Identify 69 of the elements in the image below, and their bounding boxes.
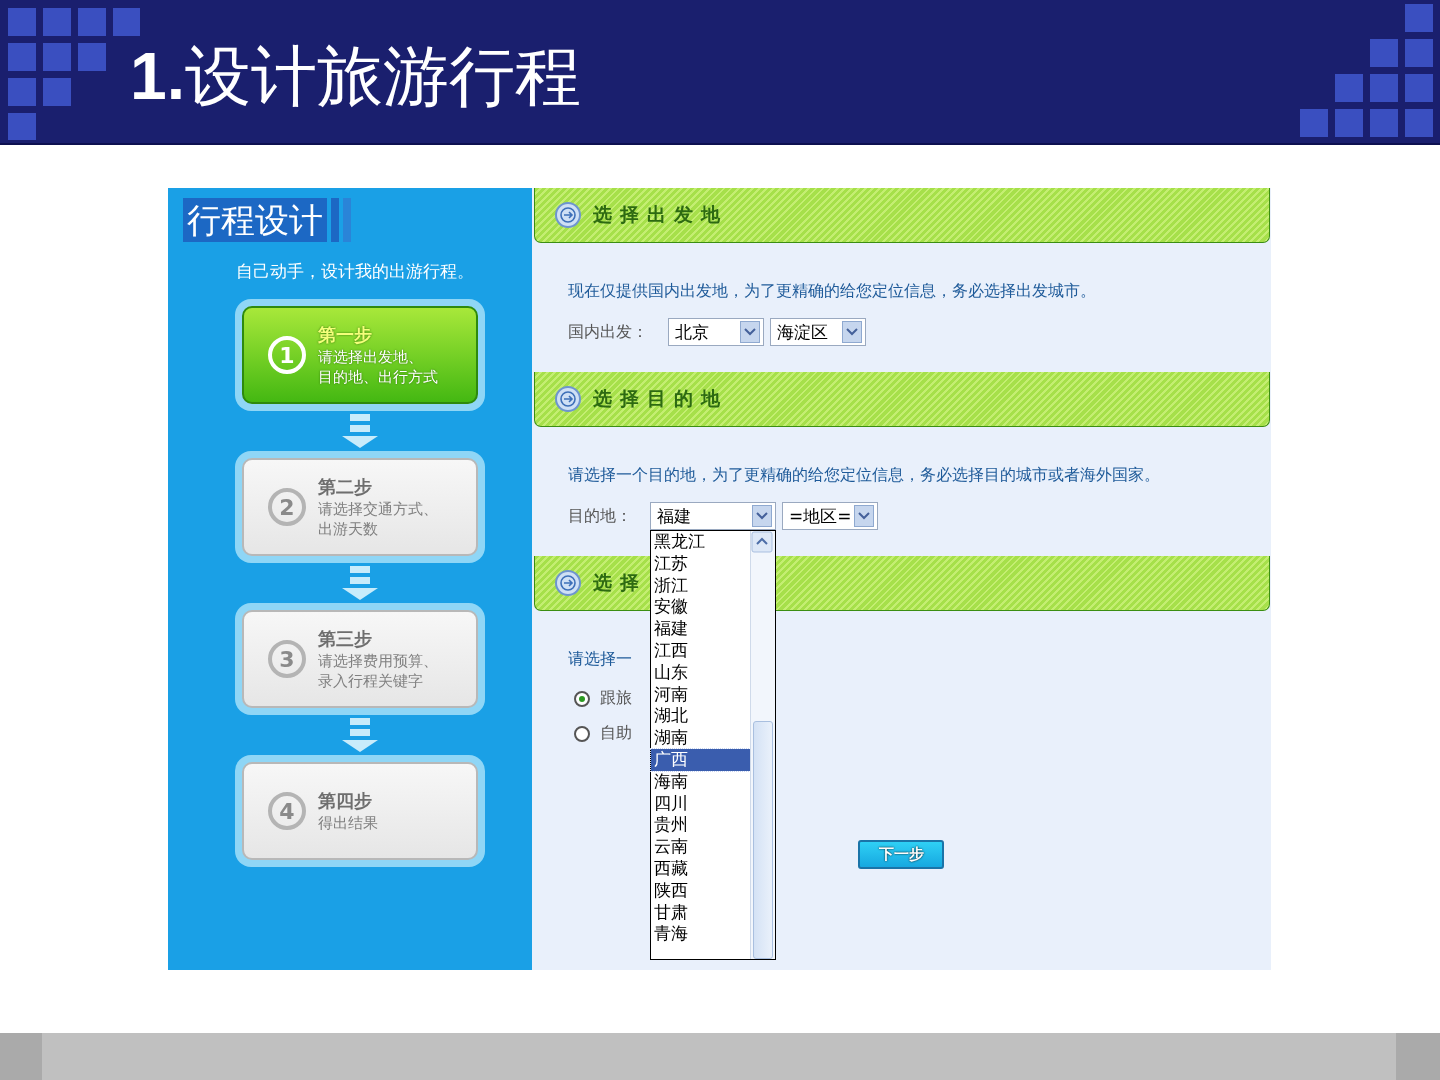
field-label: 国内出发：: [568, 321, 649, 343]
step-description: 请选择出发地、: [318, 347, 424, 367]
section-heading: 选择: [593, 570, 647, 595]
section-note: 请选择一: [568, 649, 632, 670]
radio-label: 跟旅: [600, 688, 632, 709]
dropdown-field[interactable]: 海淀区: [770, 318, 866, 346]
step-number: 1: [268, 336, 306, 374]
arrow-circle-icon: [555, 386, 581, 412]
dropdown-option[interactable]: 黑龙江: [651, 531, 750, 553]
step-number: 2: [268, 488, 306, 526]
dropdown-option[interactable]: 陕西: [651, 879, 750, 902]
radio-button[interactable]: [574, 690, 590, 707]
step-card[interactable]: 2 第二步 请选择交通方式、 出游天数: [242, 458, 478, 556]
dropdown-option[interactable]: 海南: [651, 770, 750, 793]
step-description: 出游天数: [318, 519, 379, 539]
dropdown-option[interactable]: 安徽: [651, 596, 750, 619]
slide-title: 1.设计旅游行程: [130, 40, 582, 114]
section-heading: 选择出发地: [593, 202, 728, 227]
dropdown-option[interactable]: 贵州: [651, 814, 750, 837]
field-label: 目的地：: [568, 505, 633, 527]
dropdown-option[interactable]: 广西: [651, 748, 750, 771]
step-description: 得出结果: [318, 813, 378, 833]
section-heading: 选择目的地: [593, 386, 728, 411]
step-description: 录入行程关键字: [318, 671, 424, 691]
dropdown-option[interactable]: 河南: [651, 683, 750, 706]
step-number: 4: [268, 792, 306, 830]
dropdown-option[interactable]: 四川: [651, 792, 750, 815]
down-arrow-icon: [342, 718, 378, 754]
caret-icon: [752, 505, 772, 527]
dropdown-option[interactable]: 西藏: [651, 857, 750, 880]
dropdown-option[interactable]: 青海: [651, 923, 750, 946]
section-note: 请选择一个目的地，为了更精确的给您定位信息，务必选择目的城市或者海外国家。: [568, 465, 1160, 486]
dropdown-field[interactable]: 北京: [668, 318, 764, 346]
section-note: 现在仅提供国内出发地，为了更精确的给您定位信息，务必选择出发城市。: [568, 281, 1096, 302]
caret-icon: [740, 321, 760, 343]
step-title: 第一步: [318, 323, 373, 347]
dropdown-option[interactable]: 福建: [651, 618, 750, 640]
step-title: 第三步: [318, 627, 373, 651]
scrollbar[interactable]: [750, 531, 775, 959]
caret-icon: [842, 321, 862, 343]
arrow-circle-icon: [555, 202, 581, 228]
down-arrow-icon: [342, 414, 378, 450]
caret-icon: [854, 505, 874, 527]
dropdown-option[interactable]: 江苏: [651, 552, 750, 575]
step-card[interactable]: 4 第四步 得出结果: [242, 762, 478, 860]
dropdown-option[interactable]: 山东: [651, 661, 750, 684]
stripe-icon: [343, 198, 351, 242]
radio-label: 自助: [600, 723, 632, 744]
dropdown-field[interactable]: =地区=: [782, 502, 878, 530]
dropdown-option[interactable]: 湖南: [651, 727, 750, 749]
step-description: 目的地、出行方式: [318, 367, 438, 387]
step-description: 请选择费用预算、: [318, 651, 438, 671]
dropdown-option[interactable]: 浙江: [651, 574, 750, 597]
step-number: 3: [268, 640, 306, 678]
step-description: 请选择交通方式、: [318, 499, 438, 519]
sidebar-subtitle: 自己动手，设计我的出游行程。: [236, 260, 474, 283]
step-title: 第二步: [318, 475, 373, 499]
dropdown-field[interactable]: 福建: [650, 502, 776, 530]
dropdown-option[interactable]: 云南: [651, 836, 750, 858]
dropdown-option[interactable]: 江西: [651, 640, 750, 662]
step-card[interactable]: 3 第三步 请选择费用预算、 录入行程关键字: [242, 610, 478, 708]
sidebar-title: 行程设计: [183, 198, 327, 242]
arrow-circle-icon: [555, 570, 581, 596]
stripe-icon: [331, 198, 339, 242]
radio-button[interactable]: [574, 725, 590, 742]
step-title: 第四步: [318, 789, 373, 813]
down-arrow-icon: [342, 566, 378, 602]
dropdown-option[interactable]: 甘肃: [651, 901, 750, 924]
dropdown-option[interactable]: 湖北: [651, 705, 750, 728]
